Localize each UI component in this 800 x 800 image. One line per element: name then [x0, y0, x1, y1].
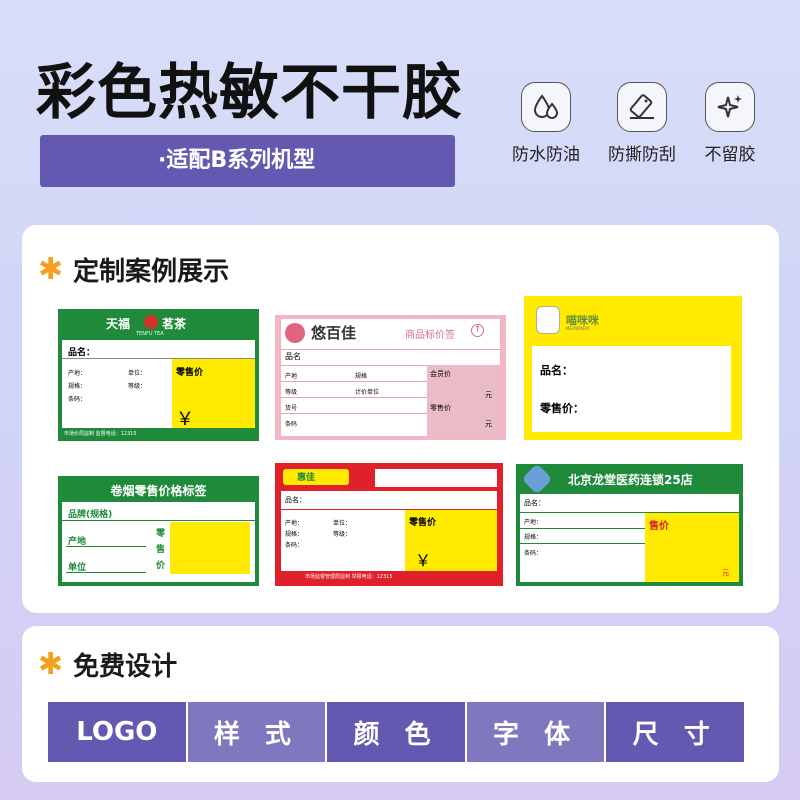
feature-label: 不留胶	[704, 145, 756, 165]
sparkle-icon	[705, 82, 755, 132]
pill-logo-icon	[521, 464, 553, 495]
subtitle-bar: ·适配B系列机型	[40, 135, 455, 187]
option-size: 尺 寸	[606, 702, 744, 762]
page-title: 彩色热敏不干胶	[36, 58, 463, 128]
design-card: ✱ 免费设计 LOGO 样 式 颜 色 字 体 尺 寸	[22, 626, 779, 782]
label-sample-red: 惠佳 品名： 产地： 单位： 规格： 等级： 条码： 零售价 ￥ 市场监督管理局…	[275, 463, 503, 586]
feature-label: 防水防油	[512, 145, 580, 165]
star-icon: ✱	[38, 646, 64, 682]
feature-noresidue: 不留胶	[700, 82, 760, 165]
option-logo: LOGO	[48, 702, 186, 762]
feature-label: 防撕防刮	[608, 145, 676, 165]
youbaijia-logo-icon	[285, 323, 305, 343]
option-style: 样 式	[187, 702, 326, 762]
label-sample-tianfu: 天福 茗茶 TENFU TEA 品名： 产地： 单位： 规格： 等级： 条码： …	[58, 309, 259, 441]
showcase-card: ✱ 定制案例展示 天福 茗茶 TENFU TEA 品名： 产地： 单位： 规格：…	[22, 225, 779, 613]
star-icon: ✱	[38, 251, 64, 287]
tear-scratch-icon	[617, 82, 667, 132]
water-drop-icon	[521, 82, 571, 132]
option-font: 字 体	[466, 702, 605, 762]
section-heading: ✱ 定制案例展示	[38, 251, 230, 287]
label-sample-meow: 喵咪咪 MEOWMEW 品名： 零售价：	[524, 296, 742, 440]
arrow-up-icon: ↑	[471, 324, 484, 337]
feature-waterproof: 防水防油	[512, 82, 580, 165]
tianfu-logo-icon	[144, 315, 158, 329]
option-color: 颜 色	[327, 702, 465, 762]
section-heading: ✱ 免费设计	[38, 646, 178, 682]
design-options: LOGO 样 式 颜 色 字 体 尺 寸	[48, 702, 744, 762]
cat-logo-icon	[536, 306, 560, 334]
label-sample-tobacco: 卷烟零售价格标签 品牌(规格) 产地 单位 零 售 价	[58, 476, 259, 586]
feature-tearproof: 防撕防刮	[608, 82, 676, 165]
label-sample-pharmacy: 北京龙堂医药连锁25店 品名： 产地： 规格： 条码： 售价 元	[516, 464, 743, 586]
label-sample-youbaijia: 悠百佳 商品标价签 ↑ 品名 产地 规格 会员价 等级 计价单位 元 货号 零售…	[275, 315, 506, 440]
